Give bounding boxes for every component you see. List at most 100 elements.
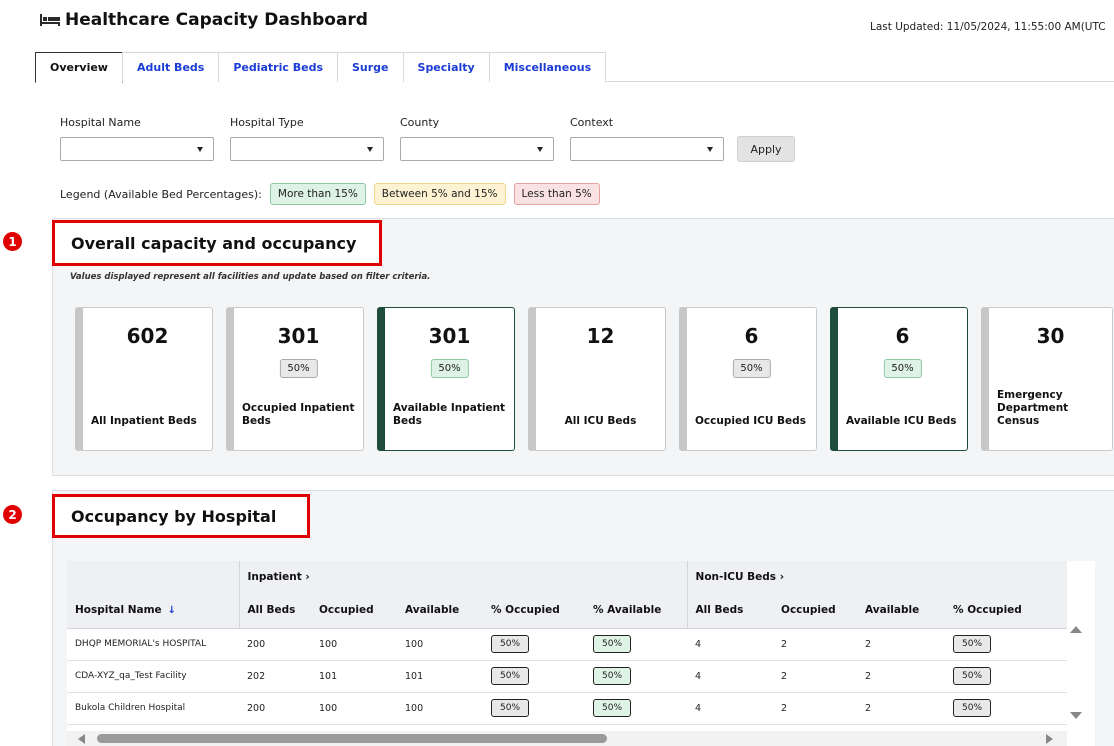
card-label: All ICU Beds [564, 415, 637, 427]
tab-specialty[interactable]: Specialty [402, 52, 490, 82]
pct-badge: 50% [593, 635, 632, 653]
tab-overview[interactable]: Overview [35, 52, 123, 83]
table-row[interactable]: CDA-XYZ_qa_Test Facility 202 101 101 50%… [67, 660, 1068, 693]
filter-context: Context [570, 116, 724, 161]
column-header-non-icu-pct-occupied[interactable]: % Occupied [945, 593, 1068, 629]
cell-non-icu-available: 2 [857, 628, 946, 661]
cell-occupied: 101 [311, 660, 397, 693]
table-row[interactable]: DHQP MEMORIAL's HOSPITAL 200 100 100 50%… [67, 628, 1068, 661]
table-column-header: Hospital Name ↓ All Beds Occupied Availab… [67, 593, 1068, 629]
card-available-inpatient-beds[interactable]: 301 50% Available Inpatient Beds [377, 307, 515, 451]
tab-adult-beds[interactable]: Adult Beds [121, 52, 220, 82]
cell-non-icu-occupied: 2 [773, 628, 858, 661]
column-header-non-icu-all-beds[interactable]: All Beds [686, 593, 774, 629]
cell-non-icu-pct-occupied: 50% [945, 628, 1068, 661]
group-header-inpatient[interactable]: Inpatient › [238, 561, 688, 593]
column-header-non-icu-occupied[interactable]: Occupied [773, 593, 858, 629]
cell-occupied: 100 [311, 692, 397, 725]
card-all-icu-beds[interactable]: 12 All ICU Beds [528, 307, 666, 451]
column-header-hospital-name[interactable]: Hospital Name ↓ [67, 593, 239, 629]
card-occupied-inpatient-beds[interactable]: 301 50% Occupied Inpatient Beds [226, 307, 364, 451]
tab-bar: Overview Adult Beds Pediatric Beds Surge… [35, 52, 1114, 83]
cell-pct-occupied: 50% [483, 628, 585, 661]
cell-pct-available: 50% [585, 628, 688, 661]
card-value: 12 [586, 324, 615, 348]
filter-label: Hospital Type [230, 116, 304, 129]
filter-label: Hospital Name [60, 116, 141, 129]
county-select[interactable] [400, 137, 554, 161]
card-all-inpatient-beds[interactable]: 602 All Inpatient Beds [75, 307, 213, 451]
table-group-header: Inpatient › Non-ICU Beds › [67, 561, 1068, 593]
legend-label: Legend (Available Bed Percentages): [60, 187, 262, 201]
app-title: Healthcare Capacity Dashboard [65, 10, 368, 30]
cell-all-beds: 200 [239, 692, 311, 725]
column-header-label: Hospital Name [75, 604, 162, 617]
card-label: Available Inpatient Beds [393, 402, 506, 427]
column-header-all-beds[interactable]: All Beds [238, 593, 311, 629]
cell-non-icu-all-beds: 4 [687, 660, 774, 693]
card-value: 30 [1036, 324, 1065, 348]
card-badge: 50% [279, 359, 318, 378]
pct-badge: 50% [953, 635, 992, 653]
cell-pct-available: 50% [585, 660, 688, 693]
cell-available: 100 [397, 628, 483, 661]
cell-all-beds: 202 [239, 660, 311, 693]
card-badge: 50% [430, 359, 469, 378]
column-header-pct-available[interactable]: % Available [585, 593, 688, 629]
hospital-name-select[interactable] [60, 137, 214, 161]
table-row[interactable]: Bukola Children Hospital 200 100 100 50%… [67, 692, 1068, 725]
legend-chip-between: Between 5% and 15% [373, 183, 506, 205]
cell-non-icu-occupied: 2 [773, 660, 858, 693]
card-label: Occupied ICU Beds [695, 415, 806, 427]
app-header: Healthcare Capacity Dashboard [40, 10, 368, 30]
context-select[interactable] [570, 137, 724, 161]
column-header-available[interactable]: Available [397, 593, 483, 629]
column-header-occupied[interactable]: Occupied [311, 593, 397, 629]
card-badge: 50% [732, 359, 771, 378]
cell-available: 101 [397, 660, 483, 693]
scroll-right-icon[interactable] [1046, 734, 1053, 744]
legend-chip-less: Less than 5% [513, 183, 600, 205]
scroll-left-icon[interactable] [78, 734, 85, 744]
card-value: 301 [428, 324, 471, 348]
scroll-down-icon[interactable] [1070, 712, 1082, 719]
chevron-down-icon [367, 147, 373, 152]
cell-non-icu-available: 2 [857, 660, 946, 693]
card-badge: 50% [883, 359, 922, 378]
pct-badge: 50% [491, 635, 530, 653]
hospital-type-select[interactable] [230, 137, 384, 161]
card-value: 602 [126, 324, 169, 348]
tab-surge[interactable]: Surge [337, 52, 404, 82]
occupancy-table-container: Inpatient › Non-ICU Beds › Hospital Name… [67, 561, 1095, 746]
summary-cards: 602 All Inpatient Beds 301 50% Occupied … [75, 307, 1113, 451]
column-header-non-icu-available[interactable]: Available [857, 593, 946, 629]
horizontal-scrollbar[interactable] [67, 731, 1067, 746]
card-label: All Inpatient Beds [91, 415, 197, 427]
scrollbar-thumb[interactable] [97, 734, 607, 743]
card-available-icu-beds[interactable]: 6 50% Available ICU Beds [830, 307, 968, 451]
pct-badge: 50% [491, 699, 530, 717]
last-updated: Last Updated: 11/05/2024, 11:55:00 AM(UT… [870, 21, 1106, 33]
overall-section-title: Overall capacity and occupancy [52, 220, 382, 266]
tab-miscellaneous[interactable]: Miscellaneous [488, 52, 607, 82]
card-value: 6 [744, 324, 759, 348]
cell-non-icu-pct-occupied: 50% [945, 692, 1068, 725]
overall-note: Values displayed represent all facilitie… [70, 272, 431, 282]
cell-non-icu-all-beds: 4 [687, 692, 774, 725]
card-occupied-icu-beds[interactable]: 6 50% Occupied ICU Beds [679, 307, 817, 451]
chevron-down-icon [197, 147, 203, 152]
pct-badge: 50% [491, 667, 530, 685]
annotation-marker-1: 1 [3, 232, 22, 251]
card-emergency-department-census[interactable]: 30 Emergency Department Census [981, 307, 1113, 451]
bed-icon [40, 13, 60, 27]
cell-pct-available: 50% [585, 692, 688, 725]
tab-pediatric-beds[interactable]: Pediatric Beds [218, 52, 338, 82]
column-header-pct-occupied[interactable]: % Occupied [483, 593, 585, 629]
filter-bar: Hospital Name Hospital Type County Conte… [60, 116, 740, 161]
legend-chip-more: More than 15% [269, 183, 366, 205]
group-header-non-icu[interactable]: Non-ICU Beds › [686, 561, 1068, 593]
sort-down-icon[interactable]: ↓ [168, 605, 176, 616]
pct-badge: 50% [953, 699, 992, 717]
apply-button[interactable]: Apply [737, 136, 795, 162]
scroll-up-icon[interactable] [1070, 626, 1082, 633]
